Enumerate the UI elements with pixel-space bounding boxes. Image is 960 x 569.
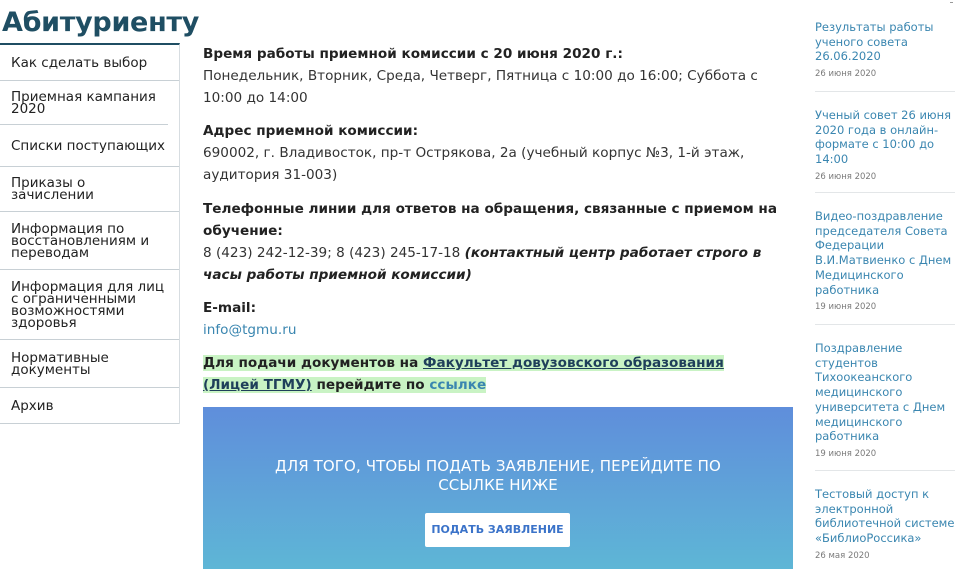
address-title: Адрес приемной комиссии:	[203, 123, 419, 139]
left-column: Абитуриенту Как сделать выбор Приемная к…	[0, 0, 200, 424]
news-divider	[815, 324, 955, 325]
apply-banner: ДЛЯ ТОГО, ЧТОБЫ ПОДАТЬ ЗАЯВЛЕНИЕ, ПЕРЕЙД…	[203, 407, 793, 569]
notice-link[interactable]: ссылке	[429, 377, 486, 393]
news-item: Ученый совет 26 июня 2020 года в онлайн-…	[815, 108, 955, 182]
news-item-date: 19 июня 2020	[815, 302, 877, 313]
address-text: 690002, г. Владивосток, пр-т Острякова, …	[203, 145, 745, 183]
news-item-title[interactable]: Результаты работы ученого совета 26.06.2…	[815, 20, 955, 64]
news-divider	[815, 192, 955, 193]
news-item-date: 26 мая 2020	[815, 550, 870, 561]
address-block: Адрес приемной комиссии: 690002, г. Влад…	[203, 120, 793, 186]
sidebar-item-choice[interactable]: Как сделать выбор	[0, 45, 179, 81]
hours-block: Время работы приемной комиссии с 20 июня…	[203, 43, 793, 109]
news-item: Результаты работы ученого совета 26.06.2…	[815, 20, 955, 79]
email-title: E-mail:	[203, 300, 257, 316]
sidebar-item-archive[interactable]: Архив	[0, 388, 179, 424]
divider	[950, 2, 953, 3]
phones-block: Телефонные линии для ответов на обращени…	[203, 198, 793, 286]
news-item-date: 26 июня 2020	[815, 69, 877, 80]
sidebar-item-disabilities[interactable]: Информация для лиц с ограниченными возмо…	[0, 270, 179, 340]
news-item: Видео-поздравление председателя Совета Ф…	[815, 209, 955, 312]
notice-prefix: Для подачи документов на	[203, 355, 419, 371]
news-item: Поздравление студентов Тихоокеанского ме…	[815, 341, 955, 459]
notice-block: Для подачи документов на Факультет довуз…	[203, 352, 763, 396]
news-item: Тестовый доступ к электронной библиотечн…	[815, 487, 955, 561]
news-item-date: 19 июня 2020	[815, 448, 877, 459]
phones-title: Телефонные линии для ответов на обращени…	[203, 201, 777, 239]
phones-numbers: 8 (423) 242-12-39; 8 (423) 245-17-18	[203, 245, 461, 261]
news-item-title[interactable]: Ученый совет 26 июня 2020 года в онлайн-…	[815, 108, 955, 167]
news-item-title[interactable]: Тестовый доступ к электронной библиотечн…	[815, 487, 955, 546]
email-block: E-mail: info@tgmu.ru	[203, 297, 793, 341]
news-divider	[815, 470, 955, 471]
notice-highlight: Для подачи документов на Факультет довуз…	[203, 355, 724, 393]
news-item-title[interactable]: Видео-поздравление председателя Совета Ф…	[815, 209, 955, 297]
news-item-date: 26 июня 2020	[815, 171, 877, 182]
apply-banner-text: ДЛЯ ТОГО, ЧТОБЫ ПОДАТЬ ЗАЯВЛЕНИЕ, ПЕРЕЙД…	[275, 457, 721, 494]
sidebar-item-campaign[interactable]: Приемная кампания 2020	[0, 81, 168, 125]
notice-middle: перейдите по	[316, 377, 425, 393]
sidebar-item-transfers[interactable]: Информация по восстановлениям и перевода…	[0, 212, 179, 270]
hours-text: Понедельник, Вторник, Среда, Четверг, Пя…	[203, 68, 758, 106]
sidebar-item-normative[interactable]: Нормативные документы	[0, 340, 179, 388]
email-link[interactable]: info@tgmu.ru	[203, 322, 296, 338]
apply-button[interactable]: ПОДАТЬ ЗАЯВЛЕНИЕ	[425, 513, 570, 547]
news-divider	[815, 91, 955, 92]
news-item-title[interactable]: Поздравление студентов Тихоокеанского ме…	[815, 341, 955, 444]
phones-text: 8 (423) 242-12-39; 8 (423) 245-17-18 (ко…	[203, 242, 793, 286]
hours-title: Время работы приемной комиссии с 20 июня…	[203, 46, 623, 62]
sidebar-menu: Как сделать выбор Приемная кампания 2020…	[0, 43, 180, 424]
sidebar-item-orders[interactable]: Приказы о зачислении	[0, 167, 179, 212]
sidebar-item-lists[interactable]: Списки поступающих	[0, 125, 179, 167]
page-title: Абитуриенту	[2, 7, 200, 38]
